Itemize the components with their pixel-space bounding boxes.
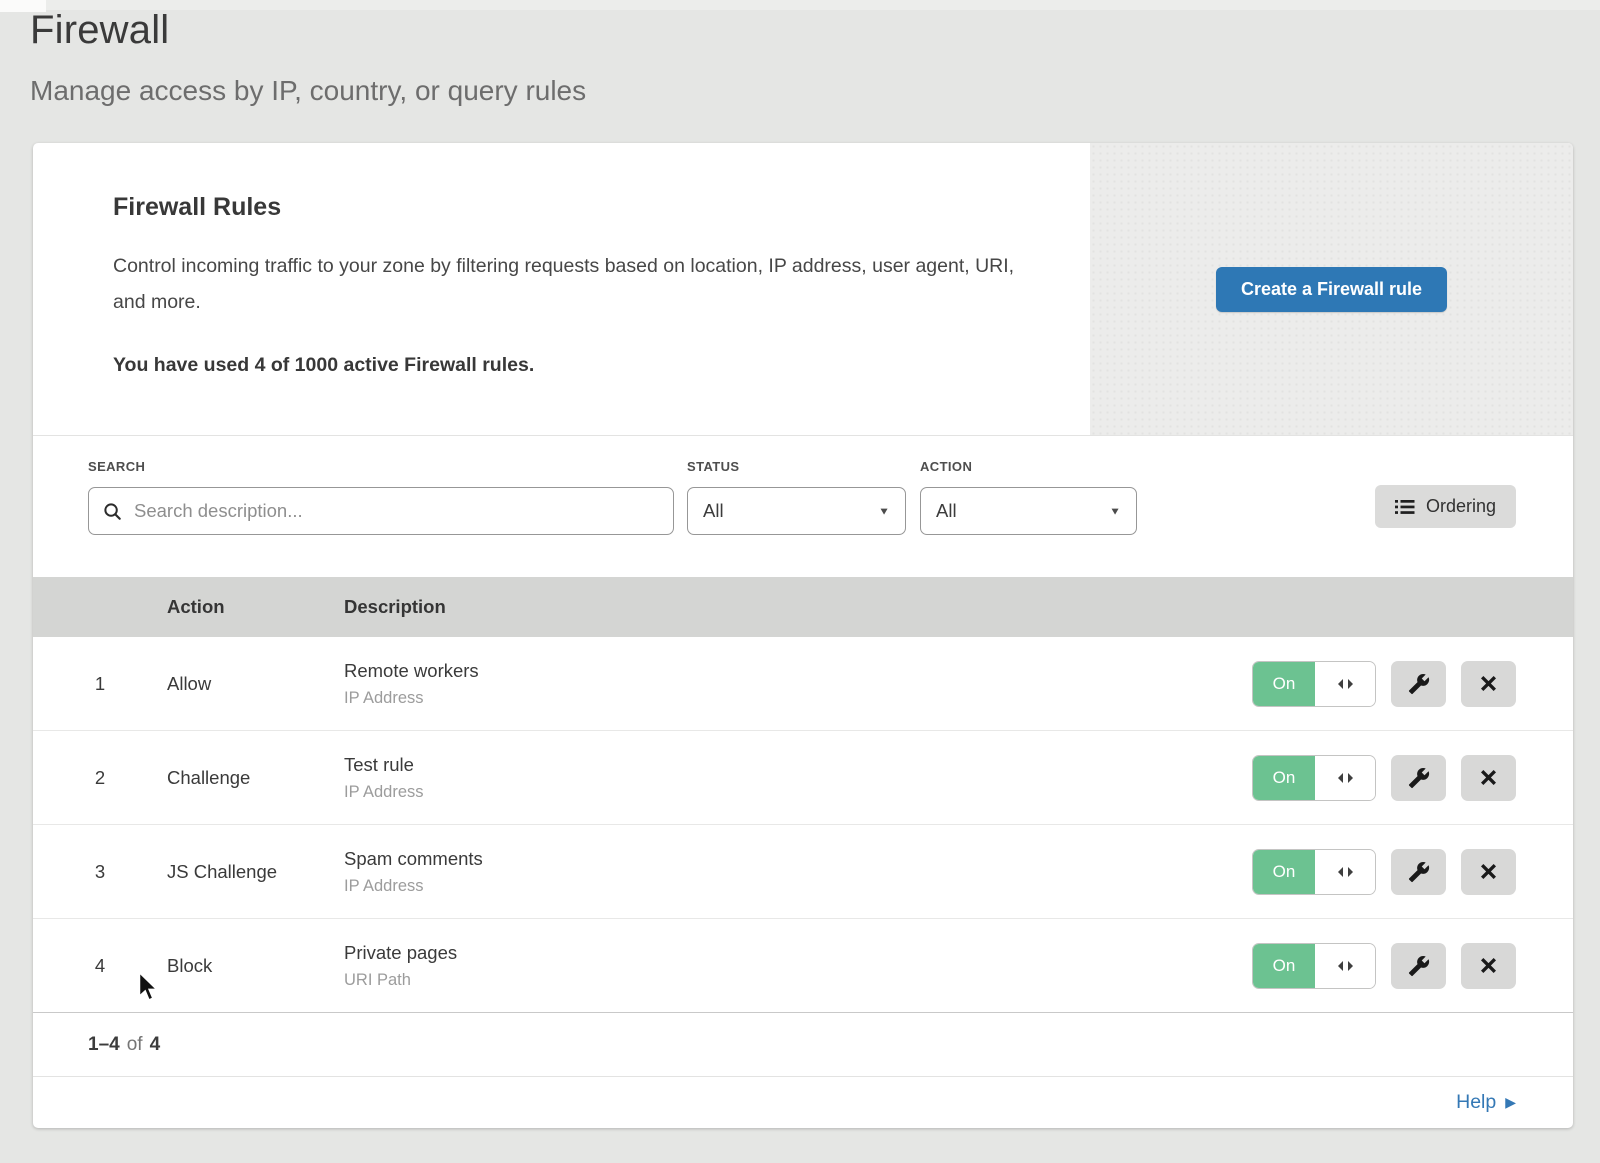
delete-rule-button[interactable] <box>1461 661 1516 707</box>
rule-controls: On <box>1252 755 1573 801</box>
rule-controls: On <box>1252 943 1573 989</box>
action-selected-value: All <box>936 500 957 522</box>
rule-description-cell: Test rule IP Address <box>344 754 424 802</box>
toggle-on-label: On <box>1253 756 1315 800</box>
wrench-icon <box>1408 673 1430 695</box>
rule-description: Spam comments <box>344 848 483 870</box>
rule-action: Challenge <box>167 767 344 789</box>
card-header-text: Firewall Rules Control incoming traffic … <box>33 143 1043 377</box>
status-filter-group: STATUS All ▼ <box>687 459 906 577</box>
status-label: STATUS <box>687 459 906 474</box>
rule-priority: 2 <box>33 767 167 789</box>
status-selected-value: All <box>703 500 724 522</box>
pagination-total: 4 <box>150 1034 161 1056</box>
rule-action: JS Challenge <box>167 861 344 883</box>
rule-action: Block <box>167 955 344 977</box>
wrench-icon <box>1408 861 1430 883</box>
close-icon <box>1478 861 1499 882</box>
table-row: 3 JS Challenge Spam comments IP Address … <box>33 824 1573 918</box>
rule-enable-toggle[interactable]: On <box>1252 661 1376 707</box>
rules-table-body: 1 Allow Remote workers IP Address On <box>33 637 1573 1012</box>
table-row: 1 Allow Remote workers IP Address On <box>33 637 1573 730</box>
column-header-description: Description <box>344 596 446 618</box>
close-icon <box>1478 767 1499 788</box>
rule-enable-toggle[interactable]: On <box>1252 943 1376 989</box>
rule-action: Allow <box>167 673 344 695</box>
toggle-left-right-arrows-icon[interactable] <box>1315 944 1375 988</box>
create-rule-panel: Create a Firewall rule <box>1090 143 1573 435</box>
ordering-button[interactable]: Ordering <box>1375 485 1516 528</box>
rule-controls: On <box>1252 661 1573 707</box>
page-subtitle: Manage access by IP, country, or query r… <box>30 75 586 107</box>
rule-description: Private pages <box>344 942 457 964</box>
page-header: Firewall Manage access by IP, country, o… <box>30 8 586 107</box>
pagination: 1–4 of 4 <box>33 1012 1573 1076</box>
table-header: Action Description <box>33 577 1573 637</box>
rule-controls: On <box>1252 849 1573 895</box>
ordering-button-label: Ordering <box>1426 496 1496 517</box>
rule-description: Test rule <box>344 754 424 776</box>
pagination-of: of <box>127 1034 143 1056</box>
close-icon <box>1478 955 1499 976</box>
card-title: Firewall Rules <box>113 193 1043 222</box>
edit-rule-button[interactable] <box>1391 849 1446 895</box>
create-firewall-rule-button[interactable]: Create a Firewall rule <box>1216 267 1447 312</box>
card-footer: Help ▶ <box>33 1076 1573 1128</box>
rule-description-cell: Private pages URI Path <box>344 942 457 990</box>
rule-priority: 3 <box>33 861 167 883</box>
usage-summary: You have used 4 of 1000 active Firewall … <box>113 354 1043 377</box>
rule-match-type: IP Address <box>344 689 479 708</box>
search-input[interactable] <box>132 499 673 523</box>
filters-section: SEARCH STATUS All ▼ ACTION All ▼ <box>33 435 1573 577</box>
pagination-range: 1–4 <box>88 1034 120 1056</box>
edit-rule-button[interactable] <box>1391 661 1446 707</box>
card-header-section: Firewall Rules Control incoming traffic … <box>33 143 1573 435</box>
toggle-on-label: On <box>1253 850 1315 894</box>
search-label: SEARCH <box>88 459 674 474</box>
column-header-action: Action <box>167 596 344 618</box>
edit-rule-button[interactable] <box>1391 943 1446 989</box>
page-title: Firewall <box>30 8 586 53</box>
rule-enable-toggle[interactable]: On <box>1252 755 1376 801</box>
action-select[interactable]: All ▼ <box>920 487 1137 535</box>
caret-down-icon: ▼ <box>1109 505 1121 517</box>
help-link-label: Help <box>1456 1091 1496 1114</box>
caret-down-icon: ▼ <box>878 505 890 517</box>
rule-match-type: IP Address <box>344 783 424 802</box>
toggle-left-right-arrows-icon[interactable] <box>1315 756 1375 800</box>
rule-priority: 4 <box>33 955 167 977</box>
rule-enable-toggle[interactable]: On <box>1252 849 1376 895</box>
rule-description-cell: Remote workers IP Address <box>344 660 479 708</box>
ordering-wrap: Ordering <box>1375 459 1516 577</box>
firewall-rules-card: Firewall Rules Control incoming traffic … <box>33 143 1573 1128</box>
delete-rule-button[interactable] <box>1461 755 1516 801</box>
toggle-left-right-arrows-icon[interactable] <box>1315 662 1375 706</box>
rule-match-type: URI Path <box>344 971 457 990</box>
help-link[interactable]: Help ▶ <box>1456 1091 1516 1114</box>
edit-rule-button[interactable] <box>1391 755 1446 801</box>
triangle-right-icon: ▶ <box>1505 1094 1516 1111</box>
rule-priority: 1 <box>33 673 167 695</box>
ordered-list-icon <box>1395 499 1415 515</box>
action-filter-group: ACTION All ▼ <box>920 459 1137 577</box>
toggle-on-label: On <box>1253 944 1315 988</box>
search-filter-group: SEARCH <box>88 459 674 577</box>
search-icon <box>103 502 122 521</box>
toggle-left-right-arrows-icon[interactable] <box>1315 850 1375 894</box>
wrench-icon <box>1408 767 1430 789</box>
table-row: 2 Challenge Test rule IP Address On <box>33 730 1573 824</box>
toggle-on-label: On <box>1253 662 1315 706</box>
delete-rule-button[interactable] <box>1461 849 1516 895</box>
card-description: Control incoming traffic to your zone by… <box>113 248 1043 320</box>
table-row: 4 Block Private pages URI Path On <box>33 918 1573 1012</box>
rule-description-cell: Spam comments IP Address <box>344 848 483 896</box>
delete-rule-button[interactable] <box>1461 943 1516 989</box>
rule-description: Remote workers <box>344 660 479 682</box>
wrench-icon <box>1408 955 1430 977</box>
close-icon <box>1478 673 1499 694</box>
status-select[interactable]: All ▼ <box>687 487 906 535</box>
action-label: ACTION <box>920 459 1137 474</box>
rule-match-type: IP Address <box>344 877 483 896</box>
search-box[interactable] <box>88 487 674 535</box>
